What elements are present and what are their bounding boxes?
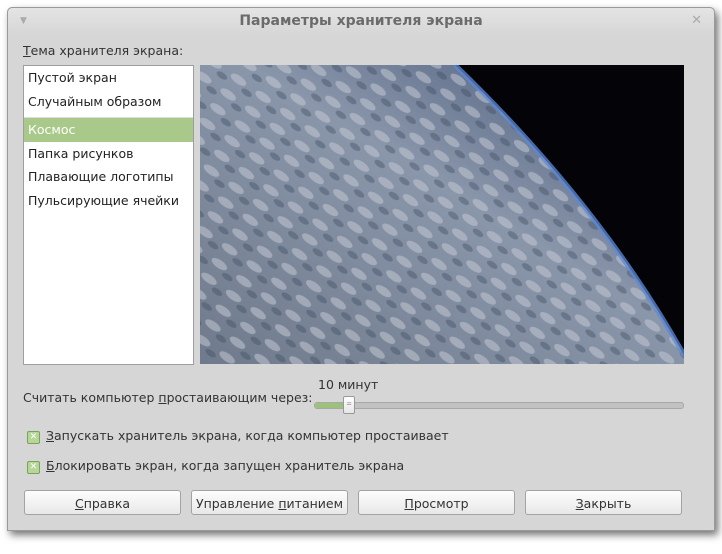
label-text: ема хранителя экрана:	[30, 43, 184, 58]
lock-label[interactable]: Блокировать экран, когда запущен храните…	[46, 458, 404, 473]
screensaver-preview	[200, 65, 684, 364]
label-text: итанием	[286, 496, 344, 511]
idle-label: Считать компьютер простаивающим через:	[23, 390, 313, 405]
theme-item[interactable]: Пустой экран	[24, 66, 193, 90]
label-text: акрыть	[583, 496, 632, 511]
close-button[interactable]: Закрыть	[525, 490, 682, 515]
help-button[interactable]: Справка	[24, 490, 181, 515]
mnemonic: Т	[23, 43, 31, 58]
slider-thumb[interactable]: =	[343, 396, 356, 414]
label-text: апускать хранитель экрана, когда компьют…	[54, 428, 449, 443]
theme-item[interactable]: Случайным образом	[24, 90, 193, 114]
theme-label: Тема хранителя экрана:	[23, 43, 183, 58]
mnemonic: С	[74, 496, 84, 511]
theme-list[interactable]: Пустой экран Случайным образом Космос Па…	[23, 65, 194, 365]
lock-checkbox[interactable]: ✕	[27, 461, 40, 474]
mnemonic: п	[158, 390, 167, 405]
mnemonic: Б	[46, 458, 55, 473]
theme-item[interactable]: Плавающие логотипы	[24, 165, 193, 189]
mnemonic: П	[404, 496, 414, 511]
activate-checkbox[interactable]: ✕	[27, 431, 40, 444]
theme-item[interactable]: Папка рисунков	[24, 142, 193, 166]
label-text: ростаивающим через:	[166, 390, 313, 405]
label-text: росмотр	[413, 496, 469, 511]
theme-item-selected[interactable]: Космос	[24, 118, 193, 142]
title-bar[interactable]: ▼ Параметры хранителя экрана ✕	[8, 8, 714, 35]
idle-delay-slider[interactable]: =	[314, 396, 684, 414]
label-text: Управление	[195, 496, 279, 511]
theme-item[interactable]: Пульсирующие ячейки	[24, 189, 193, 213]
idle-value: 10 минут	[318, 377, 379, 392]
space-earth-image	[200, 65, 684, 364]
mnemonic: п	[278, 496, 287, 511]
label-text: локировать экран, когда запущен хранител…	[54, 458, 405, 473]
activate-label[interactable]: Запускать хранитель экрана, когда компью…	[46, 428, 449, 443]
label-text: правка	[83, 496, 131, 511]
power-management-button[interactable]: Управление питанием	[191, 490, 348, 515]
close-icon[interactable]: ✕	[691, 13, 702, 28]
label-text: Считать компьютер	[23, 390, 159, 405]
mnemonic: З	[575, 496, 584, 511]
window-title: Параметры хранителя экрана	[239, 13, 483, 29]
mnemonic: З	[46, 428, 55, 443]
screensaver-preferences-window: ▼ Параметры хранителя экрана ✕ Тема хран…	[7, 7, 715, 531]
preview-button[interactable]: Просмотр	[358, 490, 515, 515]
